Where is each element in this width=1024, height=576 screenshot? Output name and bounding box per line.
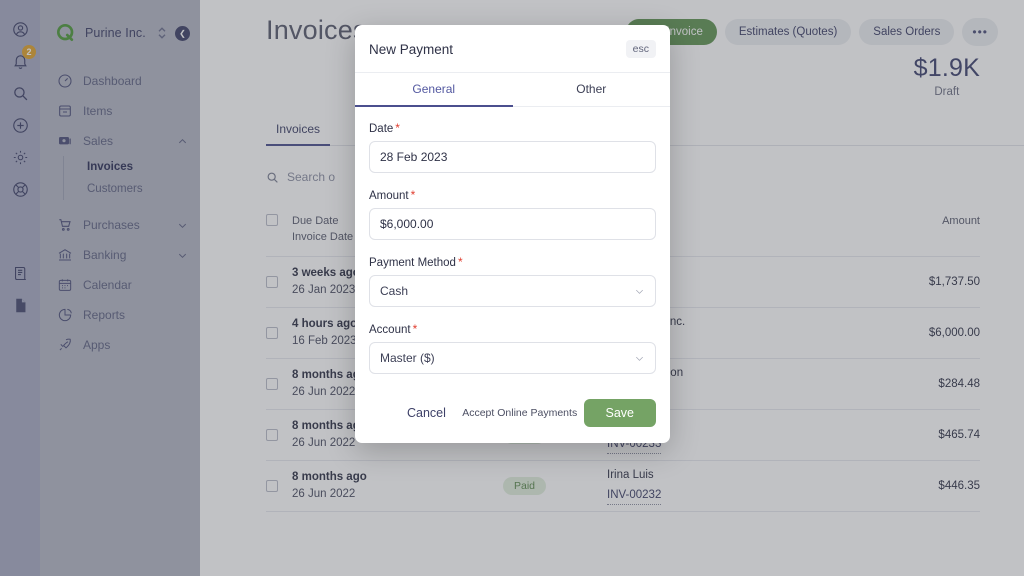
date-label-text: Date <box>369 123 393 135</box>
amount-value: $6,000.00 <box>380 217 645 231</box>
required-marker: * <box>413 322 418 336</box>
save-button[interactable]: Save <box>584 399 657 427</box>
modal-header: New Payment esc <box>355 25 670 73</box>
required-marker: * <box>458 255 463 269</box>
payment-method-value: Cash <box>380 284 634 298</box>
field-account: Account* Master ($) <box>369 322 656 374</box>
chevron-down-icon <box>634 353 645 364</box>
required-marker: * <box>395 121 400 135</box>
new-payment-modal: New Payment esc General Other Date* 28 F… <box>355 25 670 443</box>
accept-online-payments-link[interactable]: Accept Online Payments <box>456 407 584 419</box>
tab-general[interactable]: General <box>355 73 513 106</box>
date-field[interactable]: 28 Feb 2023 <box>369 141 656 173</box>
payment-method-label: Payment Method* <box>369 255 656 269</box>
account-select[interactable]: Master ($) <box>369 342 656 374</box>
payment-method-select[interactable]: Cash <box>369 275 656 307</box>
chevron-down-icon <box>634 286 645 297</box>
account-label-text: Account <box>369 324 411 336</box>
close-icon[interactable]: esc <box>626 40 656 58</box>
payment-method-label-text: Payment Method <box>369 257 456 269</box>
tab-other[interactable]: Other <box>513 73 671 106</box>
modal-title: New Payment <box>369 42 626 57</box>
date-value: 28 Feb 2023 <box>380 150 645 164</box>
modal-footer: Cancel Accept Online Payments Save <box>355 389 670 443</box>
account-label: Account* <box>369 322 656 336</box>
required-marker: * <box>411 188 416 202</box>
app-root: 2 <box>0 0 1024 576</box>
amount-field[interactable]: $6,000.00 <box>369 208 656 240</box>
modal-body: Date* 28 Feb 2023 Amount* $6,000.00 Paym… <box>355 107 670 374</box>
amount-label-text: Amount <box>369 190 409 202</box>
cancel-button[interactable]: Cancel <box>397 400 456 426</box>
account-value: Master ($) <box>380 351 634 365</box>
field-amount: Amount* $6,000.00 <box>369 188 656 240</box>
modal-tabs: General Other <box>355 73 670 107</box>
field-date: Date* 28 Feb 2023 <box>369 121 656 173</box>
field-payment-method: Payment Method* Cash <box>369 255 656 307</box>
date-label: Date* <box>369 121 656 135</box>
amount-label: Amount* <box>369 188 656 202</box>
